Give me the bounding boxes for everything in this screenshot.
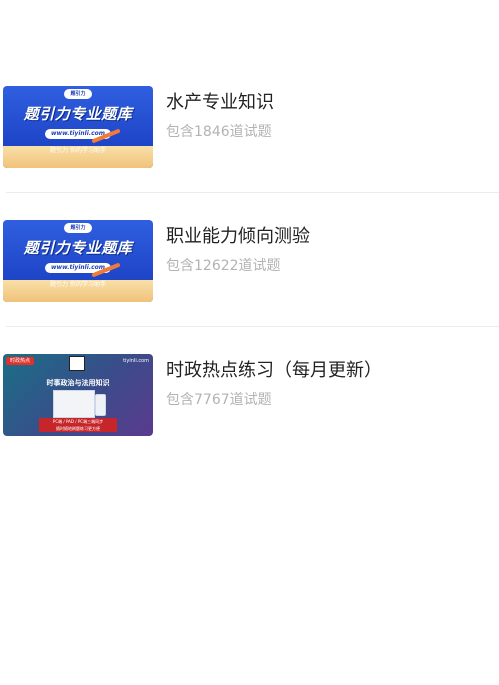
item-question-count: 包含7767道试题 <box>166 392 272 408</box>
item-question-count: 包含1846道试题 <box>166 124 272 140</box>
thumbnail-headline: 题引力专业题库 <box>23 105 133 123</box>
feature-line-1: PC端 / PAD / PC端三端同步 <box>52 419 104 424</box>
thumbnail-headline: 题引力专业题库 <box>23 239 133 257</box>
course-thumbnail[interactable]: 题引力 题引力专业题库 www.tiyinli.com 题引力 你的学习助手 <box>3 220 153 302</box>
item-title[interactable]: 时政热点练习（每月更新） <box>166 356 382 382</box>
list-item[interactable]: 题引力 题引力专业题库 www.tiyinli.com 题引力 你的学习助手 水… <box>0 84 499 218</box>
item-title[interactable]: 水产专业知识 <box>166 88 274 114</box>
thumbnail-banner: 题引力 题引力专业题库 www.tiyinli.com 题引力 你的学习助手 <box>3 86 153 168</box>
thumbnail-banner: 时政热点 tiyinli.com 时事政治与法用知识 PC端 / PAD / P… <box>3 354 153 436</box>
desktop-screen-icon <box>53 390 95 418</box>
brand-badge: 题引力 <box>64 89 92 99</box>
thumbnail-tag: 时政热点 <box>6 357 35 365</box>
course-thumbnail[interactable]: 时政热点 tiyinli.com 时事政治与法用知识 PC端 / PAD / P… <box>3 354 153 436</box>
brand-badge: 题引力 <box>64 223 92 233</box>
question-bank-list: 题引力 题引力专业题库 www.tiyinli.com 题引力 你的学习助手 水… <box>0 84 499 486</box>
qr-code-icon <box>69 356 85 371</box>
list-item[interactable]: 题引力 题引力专业题库 www.tiyinli.com 题引力 你的学习助手 职… <box>0 218 499 352</box>
thumbnail-domain: tiyinli.com <box>123 358 149 364</box>
thumbnail-banner: 题引力 题引力专业题库 www.tiyinli.com 题引力 你的学习助手 <box>3 220 153 302</box>
course-thumbnail[interactable]: 题引力 题引力专业题库 www.tiyinli.com 题引力 你的学习助手 <box>3 86 153 168</box>
divider <box>6 192 499 193</box>
thumbnail-slogan: 题引力 你的学习助手 <box>50 281 106 288</box>
thumbnail-headline: 时事政治与法用知识 <box>46 379 110 387</box>
list-item[interactable]: 时政热点 tiyinli.com 时事政治与法用知识 PC端 / PAD / P… <box>0 352 499 486</box>
phone-icon <box>95 394 106 416</box>
divider <box>6 326 499 327</box>
item-question-count: 包含12622道试题 <box>166 258 281 274</box>
thumbnail-feature-box: PC端 / PAD / PC端三端同步 随时随地刷题练习更方便 <box>39 418 117 432</box>
item-title[interactable]: 职业能力倾向测验 <box>166 222 310 248</box>
feature-line-2: 随时随地刷题练习更方便 <box>56 426 100 431</box>
thumbnail-slogan: 题引力 你的学习助手 <box>50 147 106 154</box>
